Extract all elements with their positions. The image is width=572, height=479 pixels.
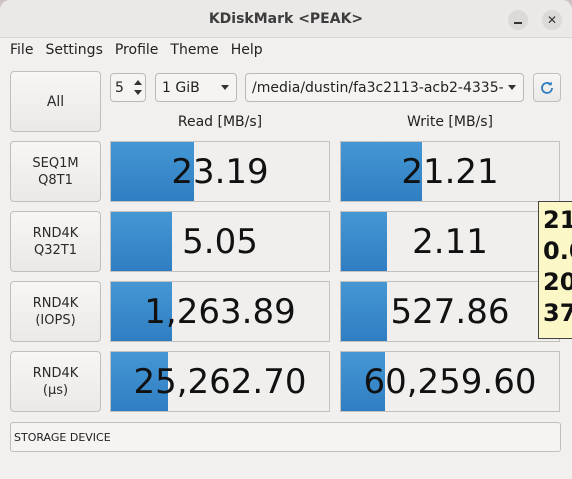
title-bar: KDiskMark <PEAK> ✕	[0, 0, 572, 38]
tooltip-line: 0.0	[543, 237, 572, 265]
read-value: 5.05	[182, 221, 258, 262]
read-value: 23.19	[171, 151, 269, 192]
read-result-seq1m: 23.19	[110, 141, 330, 202]
read-header: Read [MB/s]	[177, 114, 263, 130]
menu-help[interactable]: Help	[225, 42, 269, 58]
tooltip-line: 21	[543, 206, 572, 234]
chevron-down-icon	[221, 85, 229, 90]
rnd4k-q32t1-button[interactable]: RND4K Q32T1	[10, 211, 101, 272]
kdiskmark-window: KDiskMark <PEAK> ✕ File Settings Profile…	[0, 0, 572, 479]
refresh-icon	[541, 81, 553, 94]
size-value: 1 GiB	[162, 79, 200, 96]
rnd4k-iops-button[interactable]: RND4K (IOPS)	[10, 281, 101, 342]
runs-value: 5	[115, 79, 124, 96]
menu-profile[interactable]: Profile	[109, 42, 165, 58]
row-label-line1: RND4K	[32, 365, 79, 381]
row-label-line2: (IOPS)	[35, 312, 76, 328]
write-result-seq1m: 21.21	[340, 141, 560, 202]
spin-down-icon[interactable]	[134, 90, 142, 95]
write-value: 527.86	[390, 291, 510, 332]
menu-bar: File Settings Profile Theme Help	[0, 38, 572, 62]
close-button[interactable]: ✕	[542, 10, 562, 30]
close-icon: ✕	[546, 13, 558, 27]
row-label-line1: SEQ1M	[32, 155, 79, 171]
row-label-line1: RND4K	[32, 295, 79, 311]
spin-up-icon[interactable]	[134, 80, 142, 85]
read-value: 1,263.89	[144, 291, 296, 332]
window-title: KDiskMark <PEAK>	[208, 11, 364, 27]
path-value: /media/dustin/fa3c2113-acb2-4335-b	[252, 79, 504, 96]
write-value: 2.11	[412, 221, 488, 262]
runs-spinbox[interactable]: 5	[110, 73, 146, 102]
write-value: 60,259.60	[363, 361, 537, 402]
write-result-rnd4k-iops: 527.86	[340, 281, 560, 342]
tooltip: 21 0.0 20 37	[538, 201, 572, 339]
seq1m-q8t1-button[interactable]: SEQ1M Q8T1	[10, 141, 101, 202]
write-result-rnd4k-latency: 60,259.60	[340, 351, 560, 412]
chevron-down-icon	[508, 85, 516, 90]
size-select[interactable]: 1 GiB	[155, 73, 237, 102]
write-result-rnd4k-q32t1: 2.11	[340, 211, 560, 272]
storage-device-field[interactable]: STORAGE DEVICE	[10, 422, 561, 452]
write-value: 21.21	[401, 151, 499, 192]
path-select[interactable]: /media/dustin/fa3c2113-acb2-4335-b	[245, 73, 524, 102]
read-result-rnd4k-latency: 25,262.70	[110, 351, 330, 412]
row-label-line1: RND4K	[32, 225, 79, 241]
rnd4k-latency-button[interactable]: RND4K (µs)	[10, 351, 101, 412]
minimize-button[interactable]	[508, 10, 528, 30]
menu-settings[interactable]: Settings	[39, 42, 108, 58]
menu-theme[interactable]: Theme	[164, 42, 224, 58]
menu-file[interactable]: File	[4, 42, 39, 58]
read-result-rnd4k-iops: 1,263.89	[110, 281, 330, 342]
read-value: 25,262.70	[133, 361, 307, 402]
refresh-button[interactable]	[533, 73, 561, 102]
read-result-rnd4k-q32t1: 5.05	[110, 211, 330, 272]
row-label-line2: (µs)	[42, 382, 69, 398]
write-header: Write [MB/s]	[406, 114, 494, 130]
row-label-line2: Q8T1	[38, 172, 73, 188]
tooltip-line: 37	[543, 299, 572, 327]
tooltip-line: 20	[543, 268, 572, 296]
all-button[interactable]: All	[10, 71, 101, 132]
row-label-line2: Q32T1	[34, 242, 77, 258]
minimize-icon	[514, 22, 522, 24]
